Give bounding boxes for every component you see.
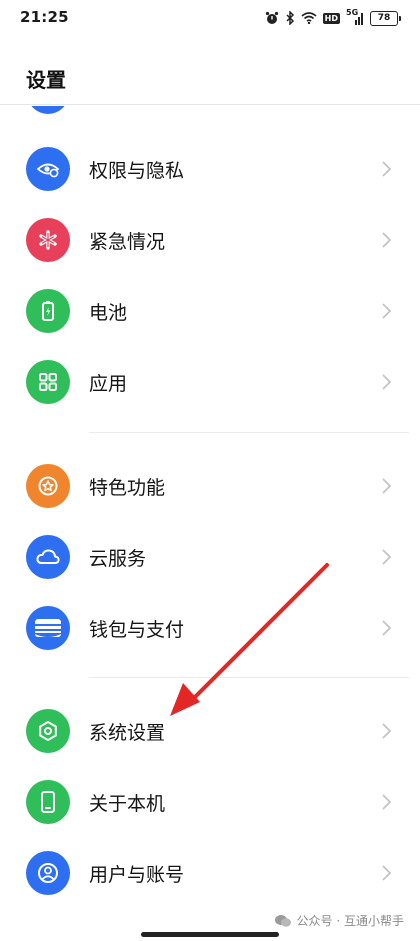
- settings-item-battery[interactable]: 电池: [0, 276, 420, 346]
- grid-icon: [26, 360, 70, 404]
- eye-shield-icon: [26, 147, 70, 191]
- settings-item-label: 特色功能: [89, 477, 166, 499]
- chevron-right-icon: [382, 374, 392, 390]
- bluetooth-icon: [285, 11, 295, 25]
- section-divider: [89, 432, 409, 433]
- chevron-right-icon: [382, 232, 392, 248]
- page-title: 设置: [26, 68, 66, 92]
- wallet-icon: [26, 606, 70, 650]
- settings-item-label: 应用: [89, 373, 128, 395]
- chevron-right-icon: [382, 303, 392, 319]
- wechat-icon: [274, 914, 291, 927]
- settings-item-label: 紧急情况: [89, 231, 166, 253]
- battery-indicator: 78: [370, 10, 401, 26]
- settings-item-privacy[interactable]: 权限与隐私: [0, 134, 420, 204]
- settings-item-label: 系统设置: [89, 722, 166, 744]
- settings-item-label: 云服务: [89, 548, 147, 570]
- battery-icon: [26, 289, 70, 333]
- asterisk-icon: [26, 218, 70, 262]
- chevron-right-icon: [382, 549, 392, 565]
- settings-item-about[interactable]: 关于本机: [0, 767, 420, 837]
- status-bar: 21:25 HD 5G 78: [0, 0, 420, 36]
- watermark-text: 公众号 · 互通小帮手: [296, 914, 404, 928]
- cloud-icon: [26, 535, 70, 579]
- header-divider: [0, 104, 420, 105]
- watermark: 公众号 · 互通小帮手: [274, 912, 404, 929]
- home-indicator[interactable]: [141, 932, 279, 937]
- chevron-right-icon: [382, 794, 392, 810]
- settings-item-emergency[interactable]: 紧急情况: [0, 205, 420, 275]
- signal-icon: 5G: [346, 7, 364, 25]
- chevron-right-icon: [382, 161, 392, 177]
- settings-item-label: 关于本机: [89, 793, 166, 815]
- chevron-right-icon: [382, 620, 392, 636]
- star-icon: [26, 464, 70, 508]
- settings-item-wallet[interactable]: 钱包与支付: [0, 593, 420, 663]
- chevron-right-icon: [382, 865, 392, 881]
- hd-badge: HD: [322, 12, 340, 24]
- user-icon: [26, 851, 70, 895]
- settings-item-cloud[interactable]: 云服务: [0, 522, 420, 592]
- status-time: 21:25: [20, 8, 69, 26]
- settings-item-label: 权限与隐私: [89, 160, 185, 182]
- alarm-icon: [265, 11, 279, 25]
- wifi-icon: [301, 12, 317, 24]
- status-icons: HD 5G 78: [265, 7, 401, 28]
- settings-item-system[interactable]: 系统设置: [0, 696, 420, 766]
- section-divider: [89, 677, 409, 678]
- settings-item-account[interactable]: 用户与账号: [0, 838, 420, 908]
- phone-icon: [26, 780, 70, 824]
- settings-item-label: 电池: [89, 302, 128, 324]
- settings-item-label: 用户与账号: [89, 864, 185, 886]
- chevron-right-icon: [382, 478, 392, 494]
- hexagon-gear-icon: [26, 709, 70, 753]
- chevron-right-icon: [382, 723, 392, 739]
- network-type: 5G: [346, 7, 359, 17]
- settings-item-label: 钱包与支付: [89, 619, 185, 641]
- settings-item-apps[interactable]: 应用: [0, 347, 420, 417]
- settings-item-features[interactable]: 特色功能: [0, 451, 420, 521]
